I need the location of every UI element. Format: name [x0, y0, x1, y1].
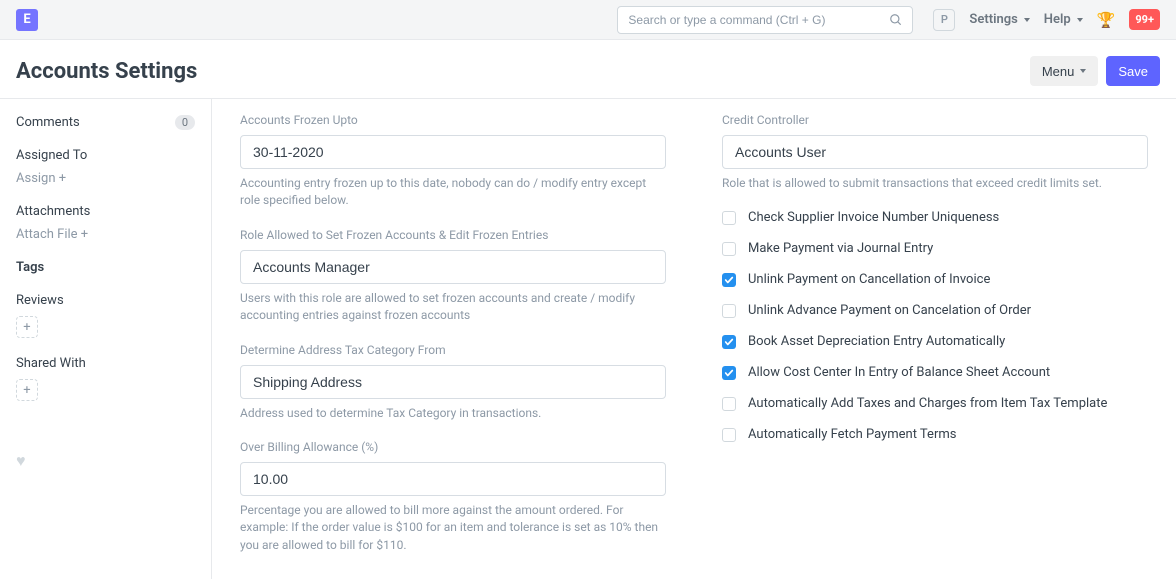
- settings-label: Settings: [969, 12, 1017, 27]
- tax-category-help: Address used to determine Tax Category i…: [240, 405, 666, 422]
- help-dropdown[interactable]: Help: [1044, 12, 1083, 27]
- page-body: Comments 0 Assigned To Assign + Attachme…: [0, 99, 1176, 579]
- chevron-down-icon: [1024, 18, 1030, 22]
- credit-controller-label: Credit Controller: [722, 113, 1148, 127]
- allow-cost-center-balance-sheet-checkbox[interactable]: [722, 366, 736, 380]
- save-button[interactable]: Save: [1106, 56, 1160, 86]
- role-frozen-label: Role Allowed to Set Frozen Accounts & Ed…: [240, 228, 666, 242]
- notification-badge[interactable]: 99+: [1129, 9, 1160, 30]
- right-column: Credit Controller Role that is allowed t…: [722, 113, 1148, 559]
- topbar: E P Settings Help 🏆 99+: [0, 0, 1176, 40]
- settings-dropdown[interactable]: Settings: [969, 12, 1029, 27]
- help-label: Help: [1044, 12, 1071, 27]
- auto-fetch-payment-terms-label: Automatically Fetch Payment Terms: [748, 427, 956, 442]
- page-title: Accounts Settings: [16, 59, 197, 84]
- comments-label: Comments: [16, 115, 80, 130]
- make-payment-via-journal-entry-checkbox[interactable]: [722, 242, 736, 256]
- notification-count: 99+: [1129, 9, 1160, 30]
- page-header: Accounts Settings Menu Save: [0, 40, 1176, 99]
- chevron-down-icon: [1077, 18, 1083, 22]
- over-billing-help: Percentage you are allowed to bill more …: [240, 502, 666, 554]
- book-asset-depreciation-auto-label: Book Asset Depreciation Entry Automatica…: [748, 334, 1005, 349]
- tax-category-input[interactable]: [240, 365, 666, 399]
- p-badge[interactable]: P: [933, 9, 955, 31]
- accounts-frozen-upto-help: Accounting entry frozen up to this date,…: [240, 175, 666, 210]
- tags-heading: Tags: [16, 260, 195, 275]
- auto-fetch-payment-terms-checkbox[interactable]: [722, 428, 736, 442]
- unlink-advance-payment-on-cancel-order-label: Unlink Advance Payment on Cancelation of…: [748, 303, 1031, 318]
- auto-add-taxes-from-template-label: Automatically Add Taxes and Charges from…: [748, 396, 1107, 411]
- shared-with-heading: Shared With: [16, 356, 195, 371]
- add-review-button[interactable]: +: [16, 316, 38, 338]
- chevron-down-icon: [1080, 69, 1086, 73]
- header-actions: Menu Save: [1030, 56, 1160, 86]
- over-billing-input[interactable]: [240, 462, 666, 496]
- check-supplier-invoice-uniqueness-row: Check Supplier Invoice Number Uniqueness: [722, 210, 1148, 225]
- search-icon: [889, 13, 903, 27]
- role-frozen-input[interactable]: [240, 250, 666, 284]
- unlink-advance-payment-on-cancel-order-checkbox[interactable]: [722, 304, 736, 318]
- allow-cost-center-balance-sheet-label: Allow Cost Center In Entry of Balance Sh…: [748, 365, 1050, 380]
- assigned-to-heading: Assigned To: [16, 148, 195, 163]
- brand-logo[interactable]: E: [16, 9, 38, 31]
- book-asset-depreciation-auto-checkbox[interactable]: [722, 335, 736, 349]
- book-asset-depreciation-auto-row: Book Asset Depreciation Entry Automatica…: [722, 334, 1148, 349]
- unlink-payment-on-cancel-invoice-checkbox[interactable]: [722, 273, 736, 287]
- form-area: Accounts Frozen Upto Accounting entry fr…: [212, 99, 1176, 579]
- accounts-frozen-upto-label: Accounts Frozen Upto: [240, 113, 666, 127]
- make-payment-via-journal-entry-label: Make Payment via Journal Entry: [748, 241, 933, 256]
- auto-add-taxes-from-template-checkbox[interactable]: [722, 397, 736, 411]
- allow-cost-center-balance-sheet-row: Allow Cost Center In Entry of Balance Sh…: [722, 365, 1148, 380]
- checkbox-list: Check Supplier Invoice Number Uniqueness…: [722, 210, 1148, 442]
- reviews-heading: Reviews: [16, 293, 195, 308]
- credit-controller-help: Role that is allowed to submit transacti…: [722, 175, 1148, 192]
- over-billing-label: Over Billing Allowance (%): [240, 440, 666, 454]
- unlink-payment-on-cancel-invoice-row: Unlink Payment on Cancellation of Invoic…: [722, 272, 1148, 287]
- credit-controller-input[interactable]: [722, 135, 1148, 169]
- make-payment-via-journal-entry-row: Make Payment via Journal Entry: [722, 241, 1148, 256]
- menu-label: Menu: [1042, 64, 1075, 79]
- check-supplier-invoice-uniqueness-label: Check Supplier Invoice Number Uniqueness: [748, 210, 999, 225]
- auto-add-taxes-from-template-row: Automatically Add Taxes and Charges from…: [722, 396, 1148, 411]
- check-supplier-invoice-uniqueness-checkbox[interactable]: [722, 211, 736, 225]
- attachments-heading: Attachments: [16, 204, 195, 219]
- trophy-icon[interactable]: 🏆: [1097, 11, 1116, 29]
- assign-action[interactable]: Assign +: [16, 171, 195, 186]
- accounts-frozen-upto-input[interactable]: [240, 135, 666, 169]
- search-input[interactable]: [617, 6, 913, 34]
- role-frozen-help: Users with this role are allowed to set …: [240, 290, 666, 325]
- search-wrapper: [617, 6, 913, 34]
- add-share-button[interactable]: +: [16, 379, 38, 401]
- menu-button[interactable]: Menu: [1030, 56, 1099, 86]
- sidebar-comments[interactable]: Comments 0: [16, 115, 195, 130]
- left-column: Accounts Frozen Upto Accounting entry fr…: [240, 113, 666, 559]
- like-icon[interactable]: ♥: [16, 451, 195, 471]
- unlink-advance-payment-on-cancel-order-row: Unlink Advance Payment on Cancelation of…: [722, 303, 1148, 318]
- tax-category-label: Determine Address Tax Category From: [240, 343, 666, 357]
- sidebar: Comments 0 Assigned To Assign + Attachme…: [0, 99, 212, 579]
- comments-count: 0: [175, 115, 195, 130]
- unlink-payment-on-cancel-invoice-label: Unlink Payment on Cancellation of Invoic…: [748, 272, 990, 287]
- attach-file-action[interactable]: Attach File +: [16, 227, 195, 242]
- auto-fetch-payment-terms-row: Automatically Fetch Payment Terms: [722, 427, 1148, 442]
